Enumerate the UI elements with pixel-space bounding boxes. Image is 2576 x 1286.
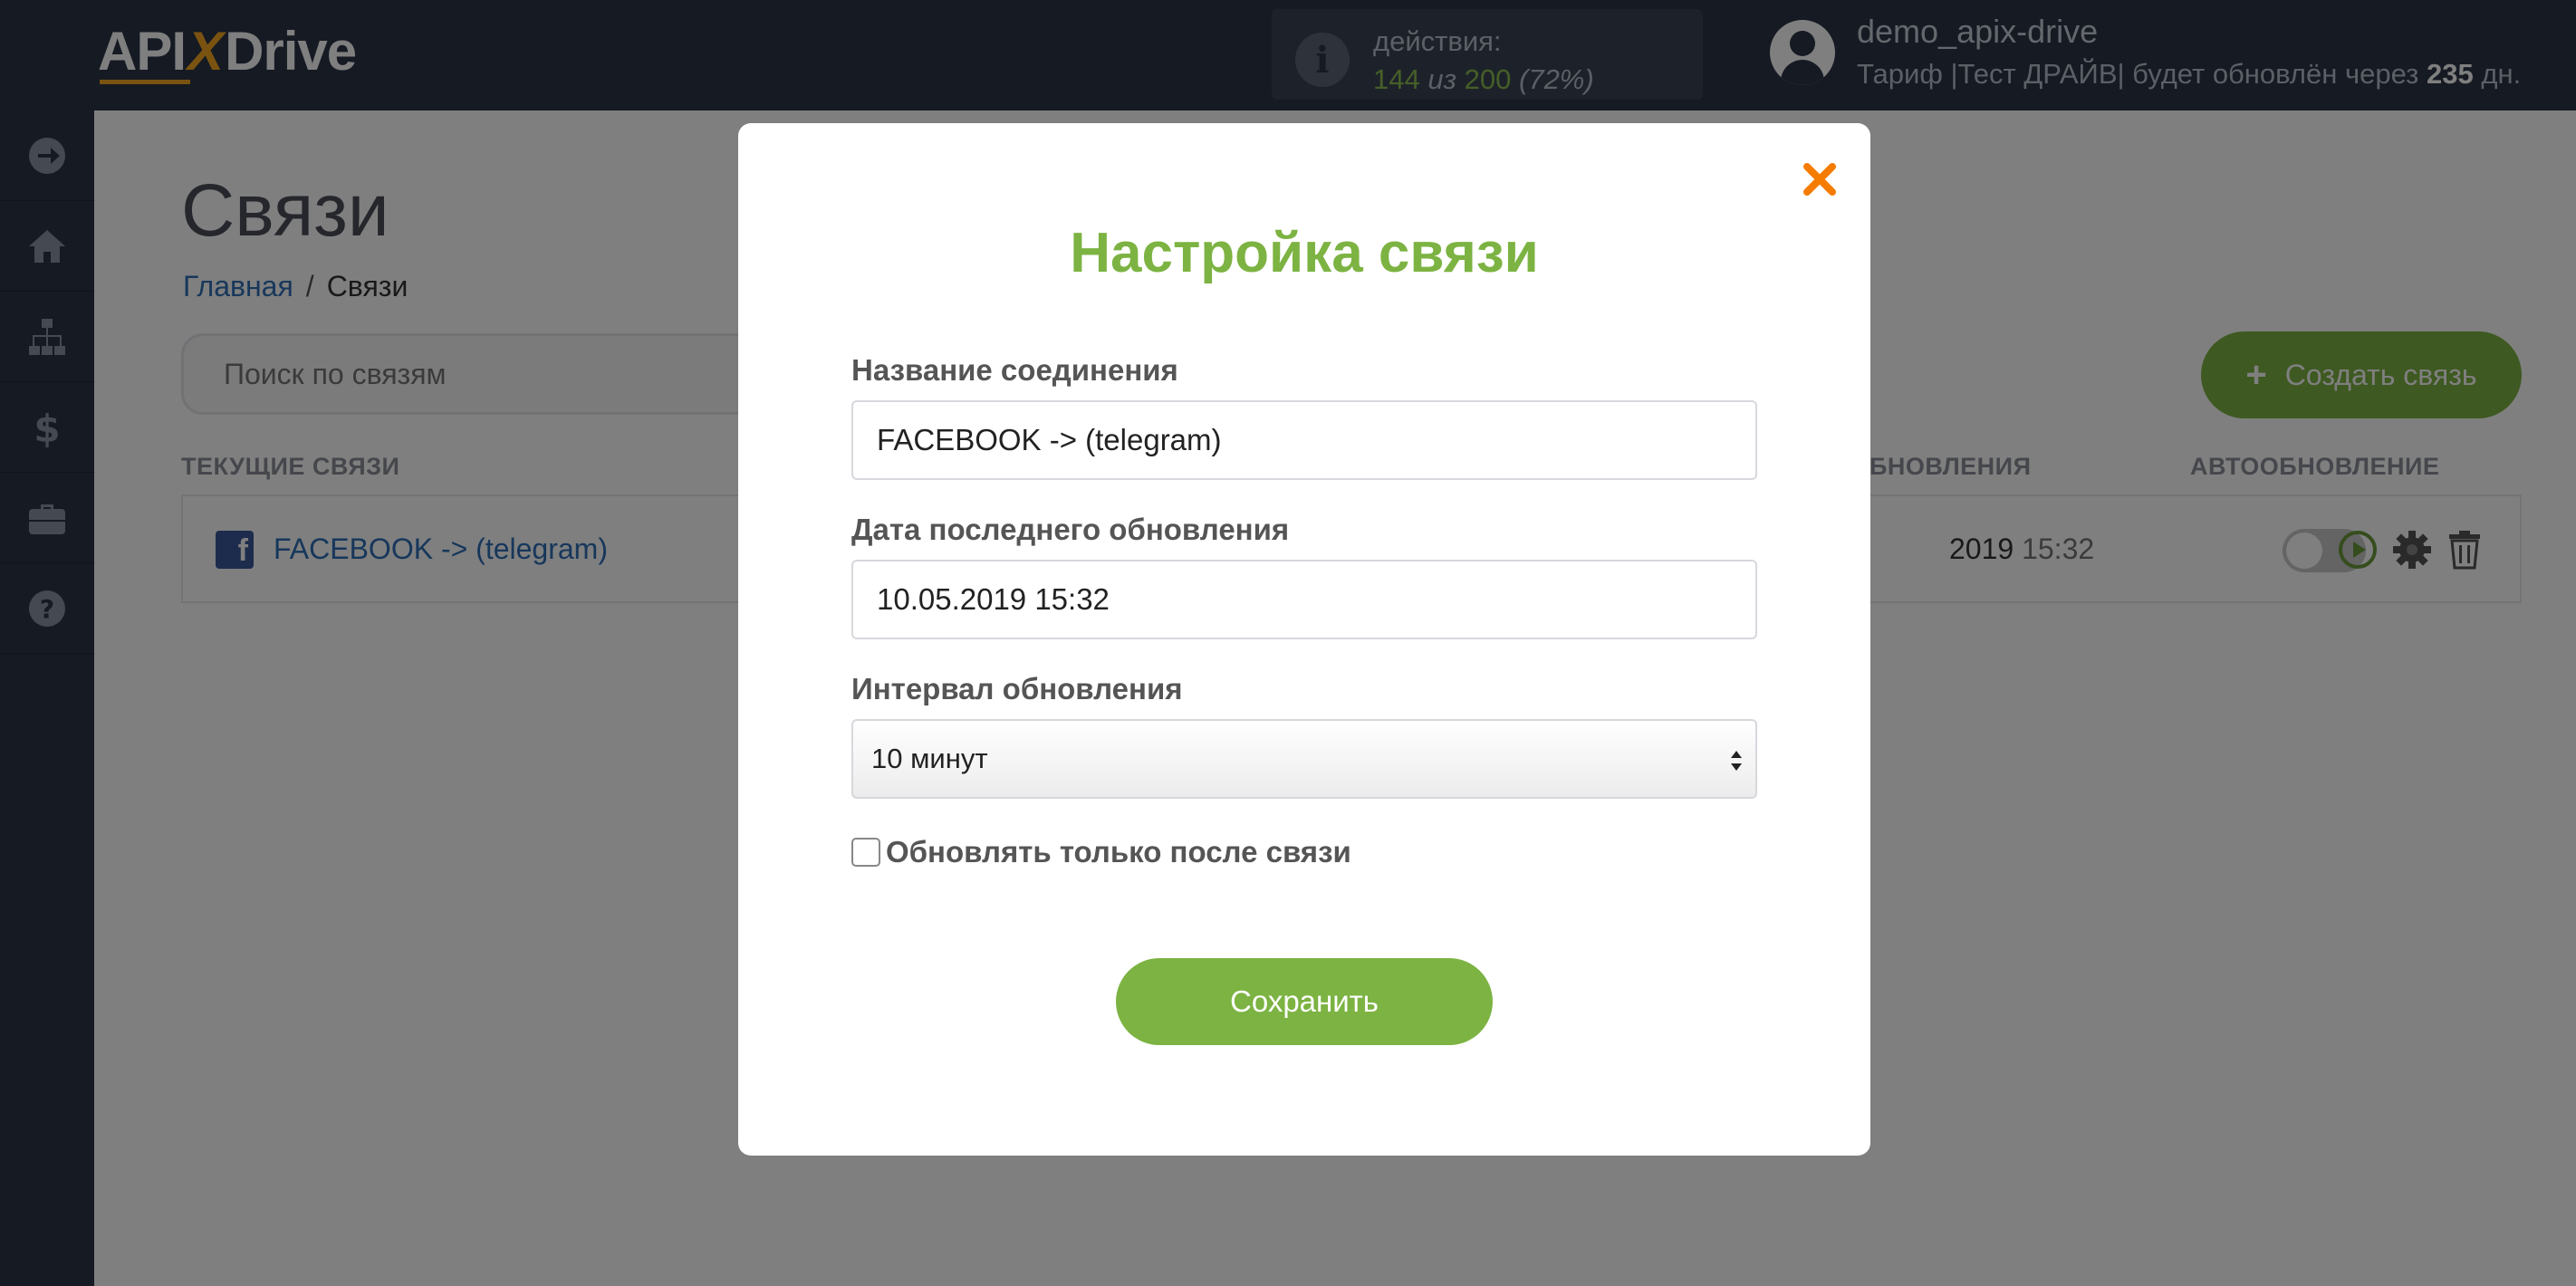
update-interval-value: 10 минут: [871, 743, 988, 774]
update-after-link-label: Обновлять только после связи: [886, 835, 1351, 869]
close-icon[interactable]: [1800, 159, 1840, 199]
update-interval-select[interactable]: 10 минут: [851, 719, 1757, 799]
update-after-link-option[interactable]: Обновлять только после связи: [851, 835, 1351, 869]
save-button[interactable]: Сохранить: [1116, 958, 1493, 1045]
connection-name-input[interactable]: [851, 400, 1757, 480]
update-interval-label: Интервал обновления: [851, 672, 1183, 705]
modal-title: Настройка связи: [1070, 222, 1539, 284]
connection-settings-modal: Настройка связи Название соединения Дата…: [738, 123, 1870, 1156]
update-after-link-checkbox[interactable]: [851, 838, 880, 867]
select-arrows-icon: [1731, 751, 1742, 771]
last-update-date-label: Дата последнего обновления: [851, 513, 1290, 546]
last-update-date-input[interactable]: [851, 560, 1757, 639]
connection-name-label: Название соединения: [851, 353, 1178, 387]
